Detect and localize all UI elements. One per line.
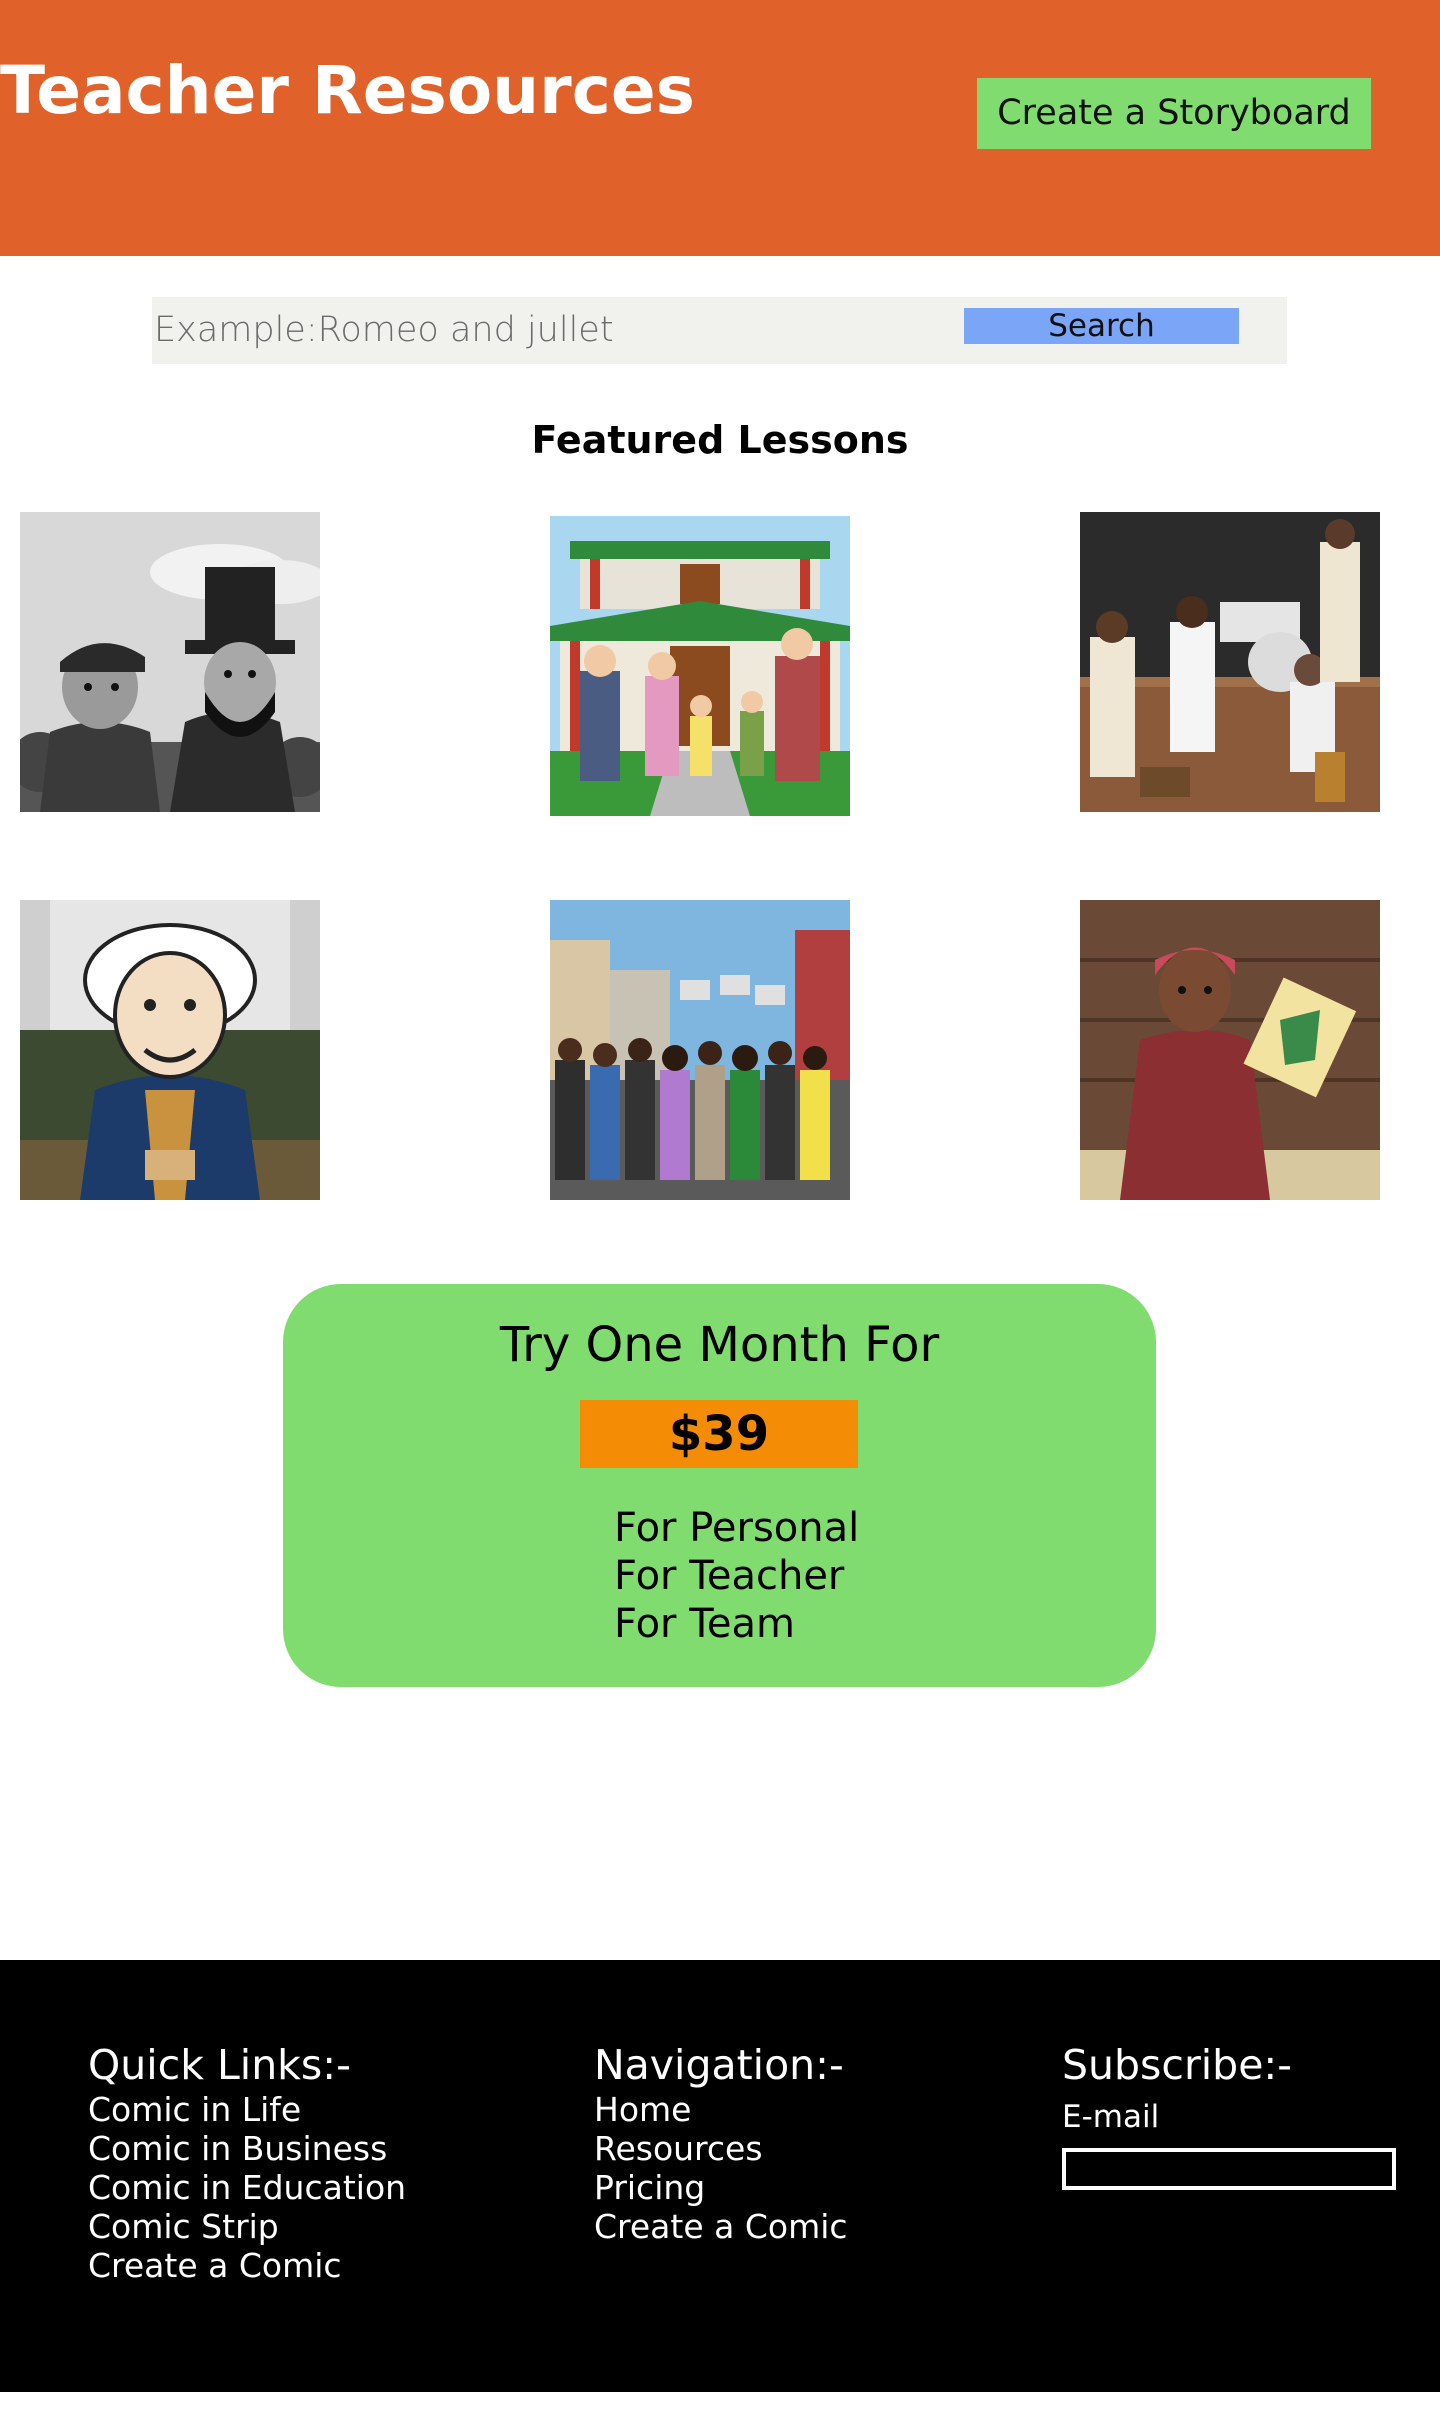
nav-link-create-a-comic[interactable]: Create a Comic bbox=[594, 2207, 848, 2246]
footer-link-comic-strip[interactable]: Comic Strip bbox=[88, 2207, 406, 2246]
lesson-card-6[interactable] bbox=[1080, 900, 1380, 1200]
footer-link-comic-in-education[interactable]: Comic in Education bbox=[88, 2168, 406, 2207]
civil-war-lincoln-illustration bbox=[20, 512, 320, 812]
plan-teacher[interactable]: For Teacher bbox=[614, 1552, 859, 1600]
featured-lessons-title: Featured Lessons bbox=[531, 418, 909, 462]
chinese-palace-illustration bbox=[550, 516, 850, 816]
create-storyboard-button[interactable]: Create a Storyboard bbox=[977, 78, 1371, 149]
plan-list: For Personal For Teacher For Team bbox=[614, 1504, 859, 1648]
civil-rights-march-illustration bbox=[550, 900, 850, 1200]
plan-personal[interactable]: For Personal bbox=[614, 1504, 859, 1552]
page-title: Teacher Resources bbox=[0, 52, 695, 129]
lesson-card-4[interactable] bbox=[20, 900, 320, 1200]
footer-link-create-a-comic[interactable]: Create a Comic bbox=[88, 2246, 406, 2285]
quick-links-section: Quick Links:- Comic in Life Comic in Bus… bbox=[88, 2040, 406, 2285]
subscribe-section: Subscribe:- E-mail bbox=[1062, 2040, 1396, 2190]
pricing-headline: Try One Month For bbox=[499, 1317, 940, 1373]
navigation-title: Navigation:- bbox=[594, 2041, 844, 2089]
search-input[interactable] bbox=[152, 300, 936, 360]
nav-link-pricing[interactable]: Pricing bbox=[594, 2168, 848, 2207]
site-footer: Quick Links:- Comic in Life Comic in Bus… bbox=[0, 1960, 1440, 2392]
lesson-card-1[interactable] bbox=[20, 512, 320, 812]
jazz-band-stage-illustration bbox=[1080, 512, 1380, 812]
quick-links-title: Quick Links:- bbox=[88, 2041, 351, 2089]
footer-link-comic-in-life[interactable]: Comic in Life bbox=[88, 2090, 406, 2129]
subscribe-title: Subscribe:- bbox=[1062, 2041, 1293, 2089]
lesson-card-3[interactable] bbox=[1080, 512, 1380, 812]
nav-link-resources[interactable]: Resources bbox=[594, 2129, 848, 2168]
george-washington-illustration bbox=[20, 900, 320, 1200]
email-field[interactable] bbox=[1062, 2148, 1396, 2190]
lesson-card-2[interactable] bbox=[550, 516, 850, 816]
search-button[interactable]: Search bbox=[964, 308, 1239, 344]
lesson-card-5[interactable] bbox=[550, 900, 850, 1200]
price-badge: $39 bbox=[580, 1400, 858, 1468]
navigation-section: Navigation:- Home Resources Pricing Crea… bbox=[594, 2040, 848, 2246]
email-label: E-mail bbox=[1062, 2099, 1160, 2135]
nav-link-home[interactable]: Home bbox=[594, 2090, 848, 2129]
plan-team[interactable]: For Team bbox=[614, 1600, 859, 1648]
footer-link-comic-in-business[interactable]: Comic in Business bbox=[88, 2129, 406, 2168]
woman-with-map-illustration bbox=[1080, 900, 1380, 1200]
